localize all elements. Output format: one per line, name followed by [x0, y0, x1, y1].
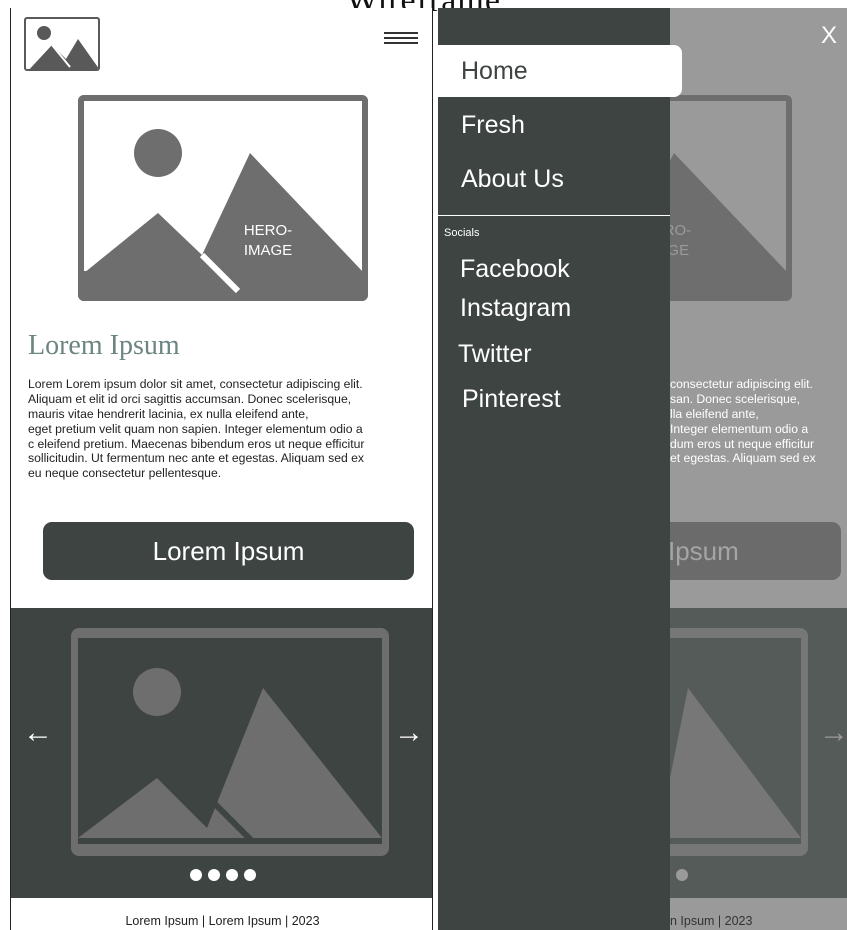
body-line: sollicitudin. Ut fermentum nec ante et e…: [28, 451, 365, 466]
social-link-pinterest[interactable]: Pinterest: [462, 385, 561, 414]
navigation-drawer: Home Fresh About Us Socials Facebook Ins…: [438, 8, 682, 930]
carousel-dots: [11, 869, 432, 881]
body-line: eu neque consectetur pellentesque.: [28, 466, 222, 481]
dimmed-carousel: →: [658, 608, 847, 898]
dimmed-body-line: Integer elementum odio a: [670, 421, 809, 436]
image-carousel: ← →: [11, 608, 432, 898]
dimmed-body-line: dum eros ut neque efficitur: [670, 436, 815, 451]
dimmed-body-line: san. Donec scelerisque,: [670, 391, 801, 406]
carousel-next-arrow-icon[interactable]: →: [394, 718, 424, 748]
dimmed-cta-button: Ipsum: [658, 522, 841, 580]
carousel-dot[interactable]: [207, 869, 220, 881]
social-link-twitter[interactable]: Twitter: [458, 340, 532, 369]
carousel-image: [71, 628, 389, 856]
carousel-prev-arrow-icon[interactable]: ←: [23, 718, 53, 748]
body-line: eget pretium velit quam non sapien. Inte…: [28, 421, 363, 436]
dimmed-carousel-image: [658, 628, 808, 856]
hero-label-line1: HERO-: [244, 222, 292, 239]
body-line: mauris vitae hendrerit lacinia, ex nulla…: [28, 406, 309, 421]
hamburger-menu-icon[interactable]: [384, 32, 418, 44]
menu-item-fresh[interactable]: Fresh: [438, 99, 682, 151]
social-link-instagram[interactable]: Instagram: [460, 294, 571, 323]
cta-button[interactable]: Lorem Ipsum: [43, 522, 414, 580]
menu-divider: [438, 215, 670, 216]
socials-heading: Socials: [444, 227, 480, 239]
dimmed-carousel-dot: [676, 869, 688, 881]
social-link-facebook[interactable]: Facebook: [460, 255, 570, 284]
hero-label-line2: IMAGE: [244, 242, 292, 259]
dimmed-body-line: et egestas. Aliquam sed ex: [670, 451, 816, 466]
body-line: Lorem Lorem ipsum dolor sit amet, consec…: [28, 377, 363, 391]
carousel-dot[interactable]: [225, 869, 238, 881]
logo-image-icon[interactable]: [24, 17, 100, 71]
hero-image: HERO- IMAGE: [78, 95, 368, 301]
dimmed-footer-text: n Ipsum | 2023: [670, 914, 753, 928]
mobile-screen-menu-open: HERO- MAGE consectetur adipiscing elit. …: [438, 8, 847, 930]
close-menu-button[interactable]: X: [821, 22, 837, 50]
dimmed-body-line: lla eleifend ante,: [670, 406, 759, 421]
menu-item-home[interactable]: Home: [438, 45, 682, 97]
dimmed-next-arrow-icon: →: [819, 716, 847, 749]
body-line: Aliquam et elit id orci sagittis accumsa…: [28, 391, 352, 406]
footer-text: Lorem Ipsum | Lorem Ipsum | 2023: [125, 914, 320, 928]
body-line: c eleifend pretium. Maecenas bibendum er…: [28, 436, 365, 451]
dimmed-body-text: consectetur adipiscing elit. san. Donec …: [670, 377, 842, 466]
dimmed-body-line: consectetur adipiscing elit.: [670, 377, 813, 391]
body-text: Lorem Lorem ipsum dolor sit amet, consec…: [28, 377, 416, 481]
menu-item-about-us[interactable]: About Us: [438, 153, 682, 205]
section-title: Lorem Ipsum: [28, 330, 180, 361]
carousel-dot[interactable]: [189, 869, 202, 881]
mobile-screen-default: HERO- IMAGE Lorem Ipsum Lorem Lorem ipsu…: [10, 8, 433, 930]
carousel-dot[interactable]: [243, 869, 256, 881]
